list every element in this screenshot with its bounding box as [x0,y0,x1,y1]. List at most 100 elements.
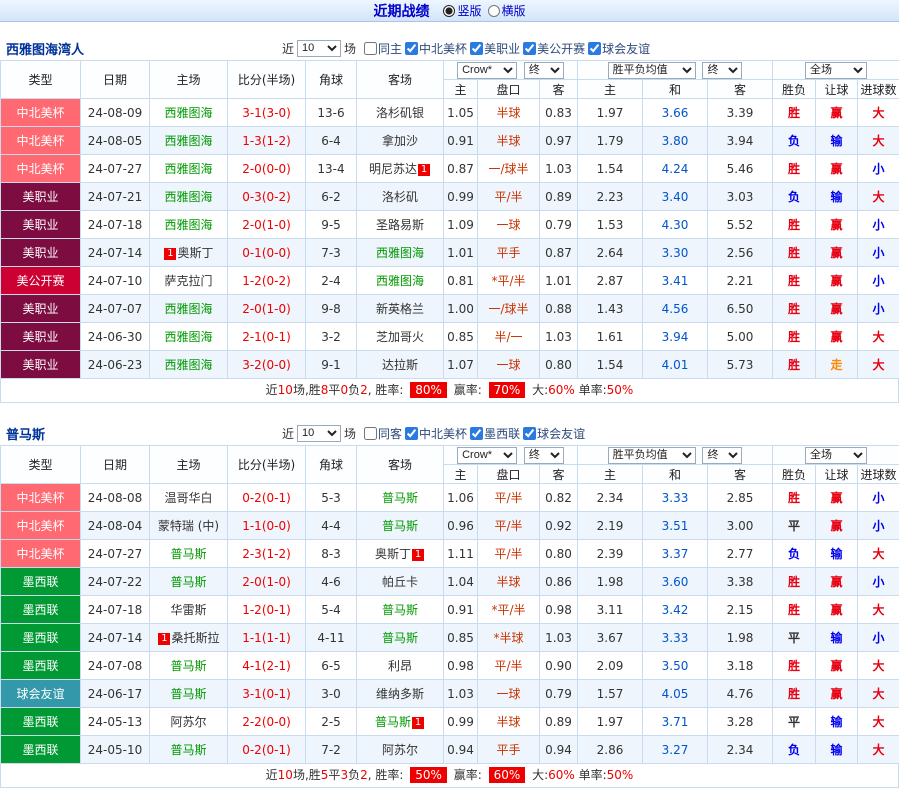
filter-checkbox-input[interactable] [523,427,536,440]
league-cell: 中北美杯 [1,155,81,183]
avg-home-cell: 2.34 [578,484,643,512]
filter-checkbox-input[interactable] [470,427,483,440]
result-wdl-cell: 负 [773,183,816,211]
avg-home-cell: 2.09 [578,652,643,680]
table-head: 类型 日期 主场 比分(半场) 角球 客场 Crow* 终 [1,61,899,99]
fullmatch-select[interactable]: 全场 [805,62,867,79]
col-goals-header: 进球数 [858,80,899,99]
filter-checkbox-input[interactable] [405,42,418,55]
match-row: 中北美杯24-08-08温哥华白0-2(0-1)5-3普马斯1.06平/半0.8… [1,484,899,512]
avg-type-select[interactable]: 胜平负均值 [608,447,696,464]
summary-segment: 赢率: [450,768,486,782]
sub-avg-lose-header: 客 [708,80,773,99]
col-away-header: 客场 [357,446,444,484]
filter-checkbox-input[interactable] [470,42,483,55]
filter-checkbox-input[interactable] [364,427,377,440]
games-count-select[interactable]: 10 [297,40,341,57]
result-wdl-cell: 胜 [773,323,816,351]
odds-company-select[interactable]: Crow* [457,62,517,79]
odds-away-cell: 0.87 [540,239,578,267]
date-cell: 24-07-10 [81,267,150,295]
filter-option[interactable]: 球会友谊 [523,425,585,442]
sub-handicap-header: 盘口 [478,465,540,484]
handicap-cell: 一/球半 [478,295,540,323]
summary-segment: , 胜率: [368,768,408,782]
layout-radio-horizontal-input[interactable] [488,5,500,17]
filter-option[interactable]: 美职业 [470,40,520,57]
odds-stage-select[interactable]: 终 [524,62,564,79]
col-score-header: 比分(半场) [228,446,306,484]
filter-option[interactable]: 同客 [364,425,402,442]
handicap-cell: 一球 [478,680,540,708]
filter-checkbox-input[interactable] [364,42,377,55]
odds-home-cell: 1.11 [444,540,478,568]
league-cell: 美职业 [1,239,81,267]
filter-option[interactable]: 中北美杯 [405,425,467,442]
match-row: 中北美杯24-08-05西雅图海1-3(1-2)6-4拿加沙0.91半球0.97… [1,127,899,155]
summary-segment: 10 [278,768,293,782]
avg-draw-cell: 3.66 [643,99,708,127]
near-label: 近 [282,40,294,57]
avg-home-cell: 2.87 [578,267,643,295]
summary-segment: 60% [548,768,575,782]
summary-segment: 近 [266,383,278,397]
odds-home-cell: 0.99 [444,183,478,211]
away-team-name: 帕丘卡 [382,575,418,589]
odds-stage-select[interactable]: 终 [524,447,564,464]
result-handicap-cell: 输 [816,624,858,652]
date-cell: 24-08-05 [81,127,150,155]
filter-checkbox-input[interactable] [588,42,601,55]
filter-option[interactable]: 美公开赛 [523,40,585,57]
home-team-cell: 萨克拉门 [150,267,228,295]
avg-draw-cell: 3.40 [643,183,708,211]
avg-home-cell: 2.19 [578,512,643,540]
filter-checkbox-label: 球会友谊 [602,40,650,57]
avg-home-cell: 3.67 [578,624,643,652]
odds-home-cell: 0.91 [444,596,478,624]
away-team-name: 新英格兰 [376,302,424,316]
filter-option[interactable]: 中北美杯 [405,40,467,57]
home-team-cell: 温哥华白 [150,484,228,512]
score-cell: 2-0(1-0) [228,295,306,323]
games-count-select[interactable]: 10 [297,425,341,442]
avg-stage-select[interactable]: 终 [702,62,742,79]
layout-radio-vertical-input[interactable] [443,5,455,17]
corners-cell: 8-3 [306,540,357,568]
games-label: 场 [344,425,356,442]
fullmatch-select[interactable]: 全场 [805,447,867,464]
col-corner-header: 角球 [306,61,357,99]
layout-radio-vertical[interactable]: 竖版 [443,2,481,19]
corners-cell: 2-4 [306,267,357,295]
avg-stage-select[interactable]: 终 [702,447,742,464]
filter-option[interactable]: 墨西联 [470,425,520,442]
result-goals-cell: 大 [858,323,899,351]
date-cell: 24-07-21 [81,183,150,211]
home-team-cell: 1桑托斯拉 [150,624,228,652]
sub-away-odds-header: 客 [540,465,578,484]
odds-company-select[interactable]: Crow* [457,447,517,464]
avg-away-cell: 3.39 [708,99,773,127]
score-cell: 3-1(3-0) [228,99,306,127]
scope-header-group: 全场 [773,446,899,465]
avg-draw-cell: 4.30 [643,211,708,239]
filter-checkbox-input[interactable] [405,427,418,440]
corners-cell: 6-5 [306,652,357,680]
home-team-name: 普马斯 [170,575,206,589]
match-row: 墨西联24-07-22普马斯2-0(1-0)4-6帕丘卡1.04半球0.861.… [1,568,899,596]
corners-cell: 5-4 [306,596,357,624]
away-team-name: 阿苏尔 [382,743,418,757]
avg-home-cell: 1.98 [578,568,643,596]
filter-checkbox-input[interactable] [523,42,536,55]
result-goals-cell: 大 [858,708,899,736]
corners-cell: 9-8 [306,295,357,323]
score-cell: 1-1(1-1) [228,624,306,652]
match-row: 中北美杯24-08-09西雅图海3-1(3-0)13-6洛杉矶银1.05半球0.… [1,99,899,127]
layout-radio-horizontal[interactable]: 横版 [488,2,526,19]
odds-away-cell: 0.98 [540,596,578,624]
corners-cell: 9-5 [306,211,357,239]
home-team-cell: 1奥斯丁 [150,239,228,267]
filter-option[interactable]: 同主 [364,40,402,57]
avg-type-select[interactable]: 胜平负均值 [608,62,696,79]
filter-option[interactable]: 球会友谊 [588,40,650,57]
odds-home-cell: 0.85 [444,323,478,351]
